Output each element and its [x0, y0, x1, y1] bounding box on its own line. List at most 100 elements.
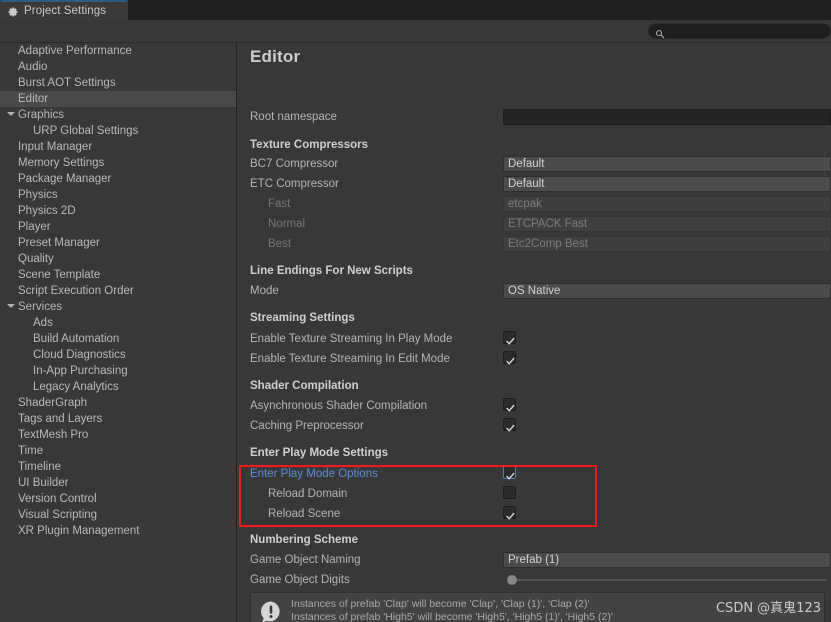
chevron-down-icon[interactable] [7, 112, 15, 116]
sidebar-item-services[interactable]: Services [0, 299, 236, 315]
settings-slider[interactable] [503, 572, 831, 588]
sidebar-item-editor[interactable]: Editor [0, 91, 236, 107]
sidebar-item-label: Version Control [18, 493, 97, 505]
sidebar-item-graphics[interactable]: Graphics [0, 107, 236, 123]
info-exclamation-icon [259, 600, 283, 622]
settings-row-label: Normal [268, 218, 306, 230]
slider-handle[interactable] [507, 575, 517, 585]
section-header: Texture Compressors [250, 139, 369, 151]
settings-value-field: etcpak [503, 196, 831, 212]
section-header: Line Endings For New Scripts [250, 265, 413, 277]
sidebar-item-cloud-diagnostics[interactable]: Cloud Diagnostics [0, 347, 236, 363]
settings-checkbox[interactable] [503, 506, 516, 520]
sidebar-item-label: Cloud Diagnostics [33, 349, 126, 361]
search-field[interactable] [648, 23, 831, 39]
check-icon [506, 468, 515, 480]
sidebar-item-physics[interactable]: Physics [0, 187, 236, 203]
sidebar-item-xr-plugin-management[interactable]: XR Plugin Management [0, 523, 236, 539]
settings-row: Mode OS Native [238, 283, 831, 301]
project-settings-window: Project Settings Adaptive Performance Aud… [0, 0, 831, 622]
sidebar-item-preset-manager[interactable]: Preset Manager [0, 235, 236, 251]
settings-value-field[interactable]: OS Native [503, 283, 831, 299]
chevron-down-icon[interactable] [7, 304, 15, 308]
sidebar-item-physics-2d[interactable]: Physics 2D [0, 203, 236, 219]
settings-checkbox[interactable] [503, 398, 516, 412]
settings-row-label: Mode [250, 285, 279, 297]
settings-row-label: BC7 Compressor [250, 158, 339, 170]
sidebar-item-label: Timeline [18, 461, 62, 473]
sidebar-item-label: Ads [33, 317, 53, 329]
search-icon [655, 26, 665, 39]
sidebar-item-scene-template[interactable]: Scene Template [0, 267, 236, 283]
settings-value-field[interactable]: Default [503, 156, 831, 172]
sidebar-item-label: Player [18, 221, 51, 233]
settings-row: Enable Texture Streaming In Play Mode [238, 331, 831, 349]
settings-value-field[interactable]: Default [503, 176, 831, 192]
check-icon [506, 400, 515, 412]
settings-row-label: Enable Texture Streaming In Edit Mode [250, 353, 450, 365]
sidebar-item-ads[interactable]: Ads [0, 315, 236, 331]
sidebar-item-burst-aot-settings[interactable]: Burst AOT Settings [0, 75, 236, 91]
settings-row: Fast etcpak [238, 196, 831, 214]
tab-project-settings[interactable]: Project Settings [0, 0, 128, 20]
settings-row: Normal ETCPACK Fast [238, 216, 831, 234]
info-help-line-2: Instances of prefab 'High5' will become … [291, 611, 613, 622]
sidebar-item-label: UI Builder [18, 477, 69, 489]
sidebar-item-time[interactable]: Time [0, 443, 236, 459]
sidebar-item-legacy-analytics[interactable]: Legacy Analytics [0, 379, 236, 395]
settings-value-field: Etc2Comp Best [503, 236, 831, 252]
sidebar-item-ui-builder[interactable]: UI Builder [0, 475, 236, 491]
sidebar-item-label: Physics 2D [18, 205, 76, 217]
sidebar-item-package-manager[interactable]: Package Manager [0, 171, 236, 187]
sidebar-item-version-control[interactable]: Version Control [0, 491, 236, 507]
settings-checkbox[interactable] [503, 486, 516, 499]
sidebar-item-label: Audio [18, 61, 48, 73]
sidebar-item-urp-global-settings[interactable]: URP Global Settings [0, 123, 236, 139]
settings-checkbox[interactable] [503, 466, 516, 480]
sidebar-item-label: Burst AOT Settings [18, 77, 116, 89]
search-input[interactable] [668, 24, 818, 38]
sidebar-item-audio[interactable]: Audio [0, 59, 236, 75]
settings-row-label: Enable Texture Streaming In Play Mode [250, 333, 453, 345]
sidebar-item-label: Build Automation [33, 333, 120, 345]
sidebar-item-adaptive-performance[interactable]: Adaptive Performance [0, 43, 236, 59]
tab-label: Project Settings [24, 5, 107, 17]
sidebar-item-label: Tags and Layers [18, 413, 103, 425]
settings-row-label: ETC Compressor [250, 178, 339, 190]
sidebar-item-timeline[interactable]: Timeline [0, 459, 236, 475]
settings-category-list[interactable]: Adaptive Performance Audio Burst AOT Setti… [0, 43, 237, 622]
sidebar-item-player[interactable]: Player [0, 219, 236, 235]
sidebar-item-tags-and-layers[interactable]: Tags and Layers [0, 411, 236, 427]
toolbar [0, 20, 831, 43]
sidebar-item-quality[interactable]: Quality [0, 251, 236, 267]
section-header: Shader Compilation [250, 380, 359, 392]
settings-checkbox[interactable] [503, 351, 516, 365]
settings-row-label: Root namespace [250, 111, 337, 123]
sidebar-item-label: TextMesh Pro [18, 429, 89, 441]
sidebar-item-input-manager[interactable]: Input Manager [0, 139, 236, 155]
check-icon [506, 353, 515, 365]
settings-checkbox[interactable] [503, 331, 516, 345]
section-header: Numbering Scheme [250, 534, 358, 546]
sidebar-item-visual-scripting[interactable]: Visual Scripting [0, 507, 236, 523]
settings-row-label: Caching Preprocessor [250, 420, 364, 432]
page-title: Editor [250, 47, 301, 66]
sidebar-item-memory-settings[interactable]: Memory Settings [0, 155, 236, 171]
settings-row: Game Object Digits [238, 572, 831, 590]
tab-bar: Project Settings [0, 0, 831, 20]
sidebar-item-textmesh-pro[interactable]: TextMesh Pro [0, 427, 236, 443]
sidebar-item-label: Editor [18, 93, 49, 105]
settings-value-field[interactable] [503, 109, 831, 125]
sidebar-item-build-automation[interactable]: Build Automation [0, 331, 236, 347]
slider-track [509, 579, 827, 581]
settings-value-field[interactable]: Prefab (1) [503, 552, 831, 568]
check-icon [506, 420, 515, 432]
sidebar-item-in-app-purchasing[interactable]: In-App Purchasing [0, 363, 236, 379]
sidebar-item-label: Adaptive Performance [18, 45, 132, 57]
sidebar-item-label: URP Global Settings [33, 125, 139, 137]
sidebar-item-script-execution-order[interactable]: Script Execution Order [0, 283, 236, 299]
sidebar-item-shadergraph[interactable]: ShaderGraph [0, 395, 236, 411]
settings-row: BC7 Compressor Default [238, 156, 831, 174]
settings-checkbox[interactable] [503, 418, 516, 432]
settings-row: Reload Domain [238, 486, 831, 504]
